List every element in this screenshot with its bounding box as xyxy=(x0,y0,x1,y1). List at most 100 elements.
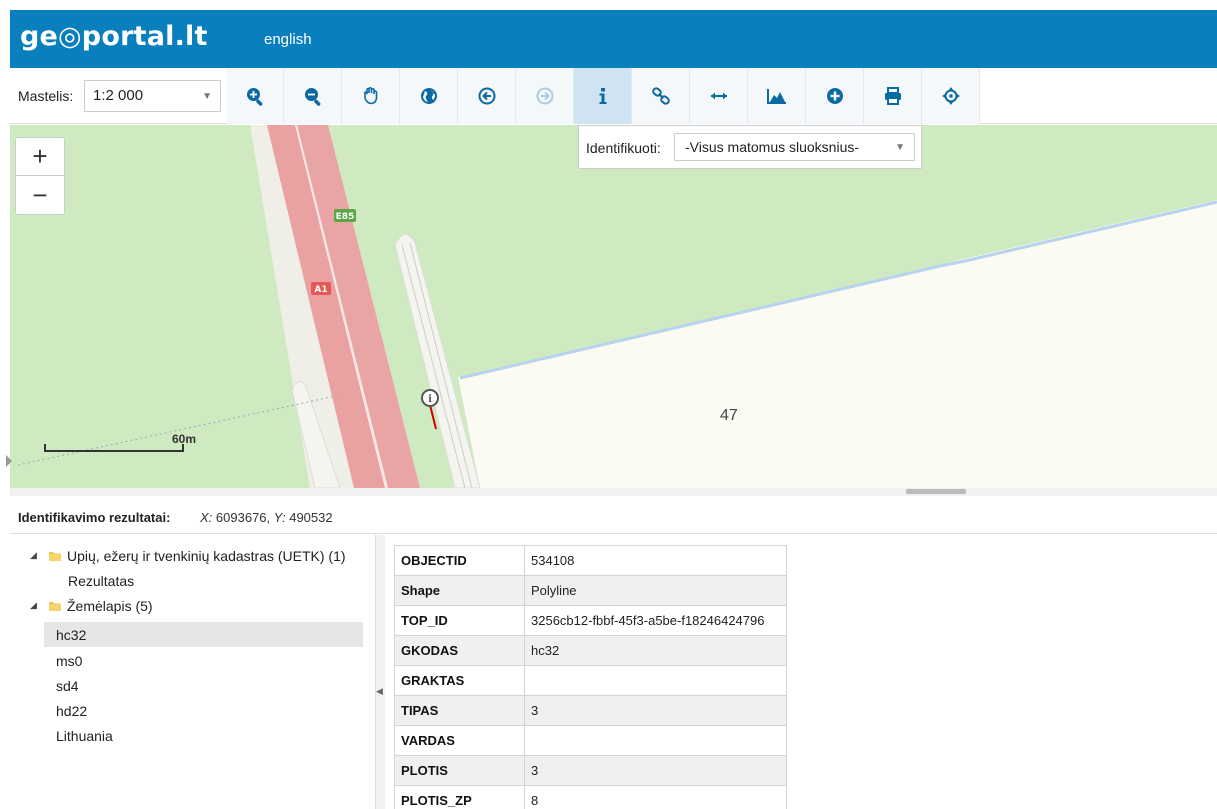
attribute-value: 3256cb12-fbbf-45f3-a5be-f18246424796 xyxy=(524,605,787,636)
folder-icon xyxy=(49,551,61,561)
svg-text:i: i xyxy=(428,394,432,405)
attribute-key: PLOTIS xyxy=(394,755,525,786)
tree-item-sd4[interactable]: sd4 xyxy=(56,673,79,698)
attribute-key: TIPAS xyxy=(394,695,525,726)
attribute-value: 3 xyxy=(524,755,787,786)
add-data-tool[interactable] xyxy=(806,68,864,124)
x-value: 6093676, xyxy=(215,510,271,525)
zoom-out-tool[interactable] xyxy=(284,68,342,124)
zoom-in-icon xyxy=(246,88,262,106)
forward-arrow-icon xyxy=(536,87,553,105)
tree-collapse-bar[interactable] xyxy=(375,535,385,809)
tree-label: Upių, ežerų ir tvenkinių kadastras (UETK… xyxy=(67,547,346,564)
chevron-down-icon: ▼ xyxy=(895,142,905,153)
results-coordinates: X: 6093676, Y: 490532 xyxy=(200,510,333,525)
zoom-in-tool[interactable] xyxy=(226,68,284,124)
hand-icon xyxy=(363,86,377,105)
horizontal-arrows-icon xyxy=(710,92,727,100)
globe-icon xyxy=(420,88,437,104)
attribute-key: GKODAS xyxy=(394,635,525,666)
previous-extent-tool[interactable] xyxy=(458,68,516,124)
expand-arrow-icon[interactable]: ◢ xyxy=(30,600,48,611)
tree-item-hd22[interactable]: hd22 xyxy=(56,698,87,723)
scale-select[interactable]: 1:2 000 ▼ xyxy=(84,80,221,112)
tree-label: hd22 xyxy=(56,702,88,719)
measure-tool[interactable] xyxy=(690,68,748,124)
app-header: ge◎portal.lt english xyxy=(10,10,1217,68)
crosshair-icon xyxy=(941,87,960,105)
elevation-profile-tool[interactable] xyxy=(748,68,806,124)
attribute-value: 3 xyxy=(524,695,787,726)
identify-tool[interactable] xyxy=(574,68,632,124)
results-title: Identifikavimo rezultatai: xyxy=(18,510,171,525)
tree-item-lithuania[interactable]: Lithuania xyxy=(56,723,113,748)
tree-label: ms0 xyxy=(56,652,83,669)
print-tool[interactable] xyxy=(864,68,922,124)
attribute-value: hc32 xyxy=(524,635,787,666)
tree-label: Lithuania xyxy=(56,727,113,744)
x-label: X: xyxy=(200,510,213,525)
road-label-e85: E85 xyxy=(336,212,355,222)
identify-layer-value: -Visus matomus sluoksnius- xyxy=(685,139,860,155)
side-panel-toggle-icon[interactable] xyxy=(6,455,12,467)
attribute-key: Shape xyxy=(394,575,525,606)
attribute-value: Polyline xyxy=(524,575,787,606)
pan-tool[interactable] xyxy=(342,68,400,124)
zoom-out-icon xyxy=(304,88,320,106)
scale-value: 1:2 000 xyxy=(93,87,144,104)
back-arrow-icon xyxy=(478,87,495,105)
info-icon xyxy=(599,88,606,104)
y-value: 490532 xyxy=(289,510,333,525)
scale-bar-label: 60m xyxy=(172,432,197,446)
tree-item-hc32[interactable]: hc32 xyxy=(44,622,363,647)
attribute-key: GRAKTAS xyxy=(394,665,525,696)
table-row: TOP_ID 3256cb12-fbbf-45f3-a5be-f182464247… xyxy=(394,605,787,636)
y-label: Y: xyxy=(273,510,286,525)
attributes-table: OBJECTID 534108 Shape Polyline TOP_ID 3256c… xyxy=(394,545,787,809)
collapse-left-icon[interactable]: ◀ xyxy=(376,686,383,697)
panel-splitter[interactable] xyxy=(10,488,1217,496)
attribute-key: VARDAS xyxy=(394,725,525,756)
tree-item-ms0[interactable]: ms0 xyxy=(56,648,82,673)
table-row: TIPAS 3 xyxy=(394,695,787,726)
identify-layer-select[interactable]: -Visus matomus sluoksnius- ▼ xyxy=(674,133,915,161)
map-zoom-in-button[interactable]: + xyxy=(16,138,64,176)
expand-arrow-icon[interactable]: ◢ xyxy=(30,550,48,561)
attribute-key: PLOTIS_ZP xyxy=(394,785,525,809)
tree-group-uetk[interactable]: ◢ Upių, ežerų ir tvenkinių kadastras (UE… xyxy=(30,543,370,568)
link-icon xyxy=(651,87,670,105)
full-extent-tool[interactable] xyxy=(400,68,458,124)
attribute-key: OBJECTID xyxy=(394,545,525,576)
tree-label: Rezultatas xyxy=(68,572,135,589)
attribute-value xyxy=(524,725,787,756)
next-extent-tool[interactable] xyxy=(516,68,574,124)
locate-tool[interactable] xyxy=(922,68,980,124)
language-link[interactable]: english xyxy=(264,31,312,48)
geoportal-logo[interactable]: ge◎portal.lt xyxy=(20,21,208,52)
scale-bar xyxy=(44,444,184,452)
table-row: PLOTIS_ZP 8 xyxy=(394,785,787,809)
link-tool[interactable] xyxy=(632,68,690,124)
tree-label: sd4 xyxy=(56,677,79,694)
identify-label: Identifikuoti: xyxy=(586,140,661,156)
parcel-label: 47 xyxy=(720,407,738,424)
attribute-value xyxy=(524,665,787,696)
chevron-down-icon: ▼ xyxy=(202,91,212,102)
table-row: VARDAS xyxy=(394,725,787,756)
identify-options-panel: Identifikuoti: -Visus matomus sluoksnius… xyxy=(578,125,922,169)
results-header: Identifikavimo rezultatai: X: 6093676, Y… xyxy=(10,500,1217,534)
splitter-handle[interactable] xyxy=(906,489,966,494)
attribute-key: TOP_ID xyxy=(394,605,525,636)
tree-item-rezultatas[interactable]: Rezultatas xyxy=(68,568,134,593)
attribute-value: 534108 xyxy=(524,545,787,576)
plus-circle-icon xyxy=(826,88,843,104)
zoom-control: + − xyxy=(15,137,65,215)
tree-label: Žemėlapis (5) xyxy=(67,597,153,614)
tree-group-zemelapis[interactable]: ◢ Žemėlapis (5) xyxy=(30,593,370,618)
map-zoom-out-button[interactable]: − xyxy=(16,176,64,214)
scale-label: Mastelis: xyxy=(18,88,74,104)
table-row: PLOTIS 3 xyxy=(394,755,787,786)
road-label-a1: A1 xyxy=(314,285,327,295)
table-row: OBJECTID 534108 xyxy=(394,545,787,576)
results-tree: ◢ Upių, ežerų ir tvenkinių kadastras (UE… xyxy=(10,535,375,809)
